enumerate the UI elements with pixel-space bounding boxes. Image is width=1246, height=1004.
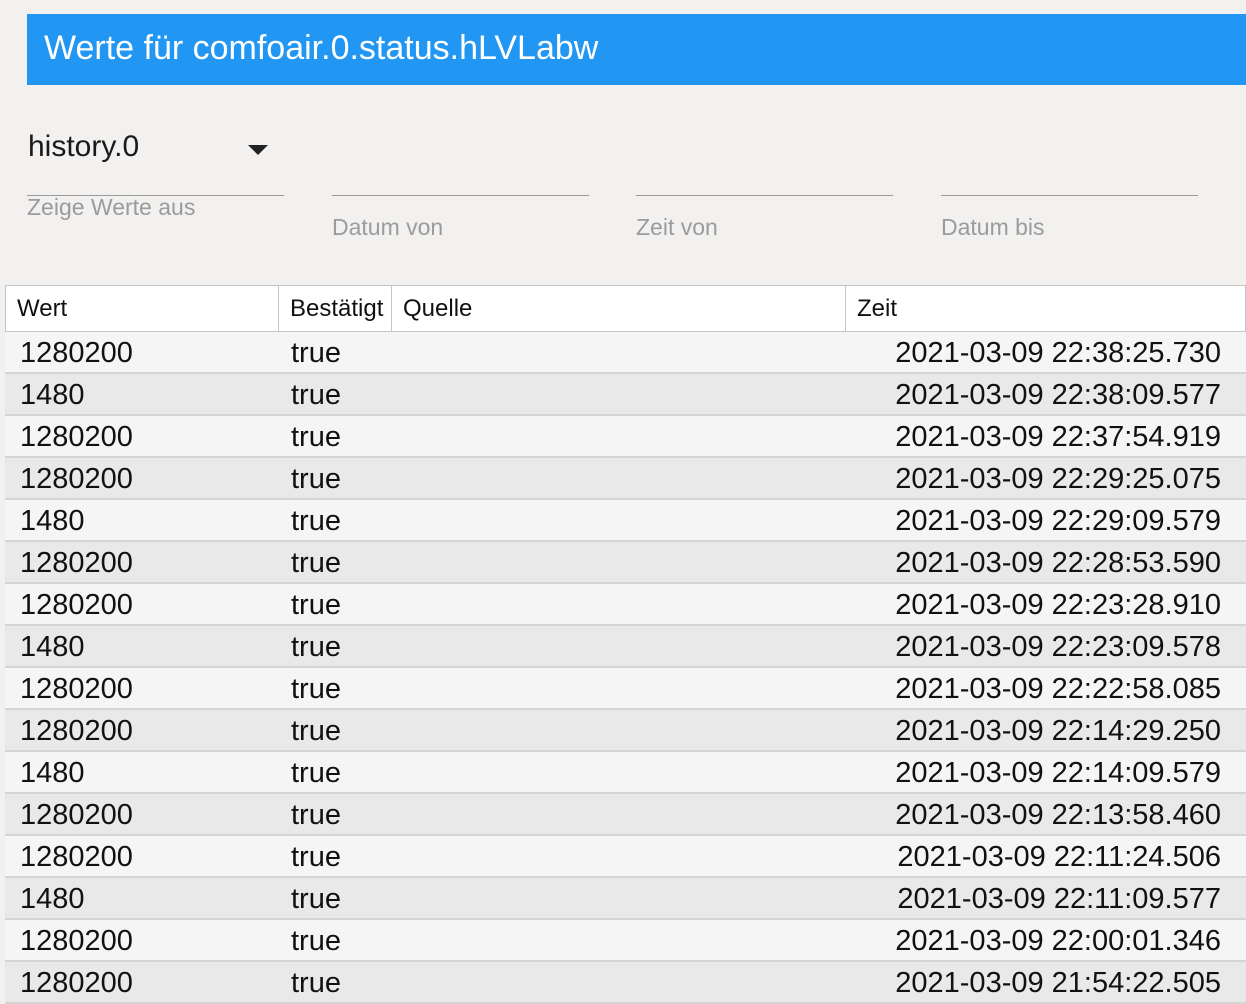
table-row[interactable]: 1280200 true 2021-03-09 22:38:25.730 [5,332,1246,374]
table-row[interactable]: 1280200 true 2021-03-09 22:14:29.250 [5,710,1246,752]
cell-ack: true [291,925,341,957]
table-row[interactable]: 1480 true 2021-03-09 22:38:09.577 [5,374,1246,416]
cell-value: 1280200 [20,925,133,957]
cell-ack: true [291,589,341,621]
cell-value: 1280200 [20,421,133,453]
table-row[interactable]: 1480 true 2021-03-09 22:29:09.579 [5,500,1246,542]
cell-ack: true [291,883,341,915]
cell-ack: true [291,547,341,579]
cell-time: 2021-03-09 22:29:09.579 [895,505,1221,537]
date-to-label: Datum bis [941,214,1045,240]
date-from-input[interactable] [332,120,589,196]
cell-time: 2021-03-09 22:14:09.579 [895,757,1221,789]
date-to-input[interactable] [941,120,1198,196]
cell-time: 2021-03-09 22:11:09.577 [897,883,1221,915]
cell-time: 2021-03-09 22:38:25.730 [895,337,1221,369]
cell-value: 1280200 [20,463,133,495]
cell-value: 1280200 [20,589,133,621]
cell-time: 2021-03-09 22:37:54.919 [895,421,1221,453]
cell-time: 2021-03-09 22:22:58.085 [895,673,1221,705]
cell-ack: true [291,757,341,789]
table-row[interactable]: 1280200 true 2021-03-09 22:00:01.346 [5,920,1246,962]
cell-ack: true [291,379,341,411]
cell-ack: true [291,673,341,705]
cell-ack: true [291,715,341,747]
instance-select[interactable]: history.0 [27,120,284,196]
table-row[interactable]: 1280200 true 2021-03-09 22:23:28.910 [5,584,1246,626]
table-row[interactable]: 1280200 true 2021-03-09 22:13:58.460 [5,794,1246,836]
column-header-value[interactable]: Wert [6,286,279,331]
column-header-ack[interactable]: Bestätigt [279,286,392,331]
cell-time: 2021-03-09 22:28:53.590 [895,547,1221,579]
table-row[interactable]: 1480 true 2021-03-09 22:23:09.578 [5,626,1246,668]
dropdown-arrow-icon[interactable] [248,145,268,155]
cell-value: 1280200 [20,547,133,579]
cell-ack: true [291,463,341,495]
cell-value: 1280200 [20,841,133,873]
cell-value: 1480 [20,757,85,789]
table-row[interactable]: 1280200 true 2021-03-09 21:54:22.505 [5,962,1246,1004]
cell-ack: true [291,841,341,873]
column-header-source[interactable]: Quelle [392,286,846,331]
table-row[interactable]: 1280200 true 2021-03-09 22:29:25.075 [5,458,1246,500]
dialog-title: Werte für comfoair.0.status.hLVLabw [27,14,1246,85]
cell-time: 2021-03-09 22:00:01.346 [895,925,1221,957]
table-row[interactable]: 1280200 true 2021-03-09 22:11:24.506 [5,836,1246,878]
history-table: Wert Bestätigt Quelle Zeit 1280200 true 20… [5,285,1246,1004]
time-from-input[interactable] [636,120,893,196]
cell-ack: true [291,631,341,663]
cell-time: 2021-03-09 22:29:25.075 [895,463,1221,495]
cell-value: 1280200 [20,337,133,369]
instance-select-label: Zeige Werte aus [27,194,196,220]
cell-value: 1480 [20,883,85,915]
cell-time: 2021-03-09 22:38:09.577 [895,379,1221,411]
cell-time: 2021-03-09 22:23:28.910 [895,589,1221,621]
cell-value: 1480 [20,505,85,537]
cell-ack: true [291,421,341,453]
cell-time: 2021-03-09 22:13:58.460 [895,799,1221,831]
cell-value: 1280200 [20,715,133,747]
date-from-label: Datum von [332,214,444,240]
time-from-label: Zeit von [636,214,718,240]
table-row[interactable]: 1280200 true 2021-03-09 22:28:53.590 [5,542,1246,584]
column-header-time[interactable]: Zeit [846,286,1246,331]
cell-value: 1280200 [20,673,133,705]
cell-time: 2021-03-09 22:11:24.506 [897,841,1221,873]
table-header: Wert Bestätigt Quelle Zeit [5,285,1246,332]
cell-ack: true [291,337,341,369]
table-row[interactable]: 1280200 true 2021-03-09 22:37:54.919 [5,416,1246,458]
table-body: 1280200 true 2021-03-09 22:38:25.730 1480 tr… [5,332,1246,1004]
table-row[interactable]: 1280200 true 2021-03-09 22:22:58.085 [5,668,1246,710]
cell-value: 1280200 [20,967,133,999]
instance-select-value: history.0 [28,130,140,163]
table-row[interactable]: 1480 true 2021-03-09 22:14:09.579 [5,752,1246,794]
cell-time: 2021-03-09 22:14:29.250 [895,715,1221,747]
cell-value: 1280200 [20,799,133,831]
cell-time: 2021-03-09 22:23:09.578 [895,631,1221,663]
cell-value: 1480 [20,631,85,663]
cell-ack: true [291,505,341,537]
cell-ack: true [291,799,341,831]
table-row[interactable]: 1480 true 2021-03-09 22:11:09.577 [5,878,1246,920]
cell-value: 1480 [20,379,85,411]
cell-time: 2021-03-09 21:54:22.505 [895,967,1221,999]
cell-ack: true [291,967,341,999]
